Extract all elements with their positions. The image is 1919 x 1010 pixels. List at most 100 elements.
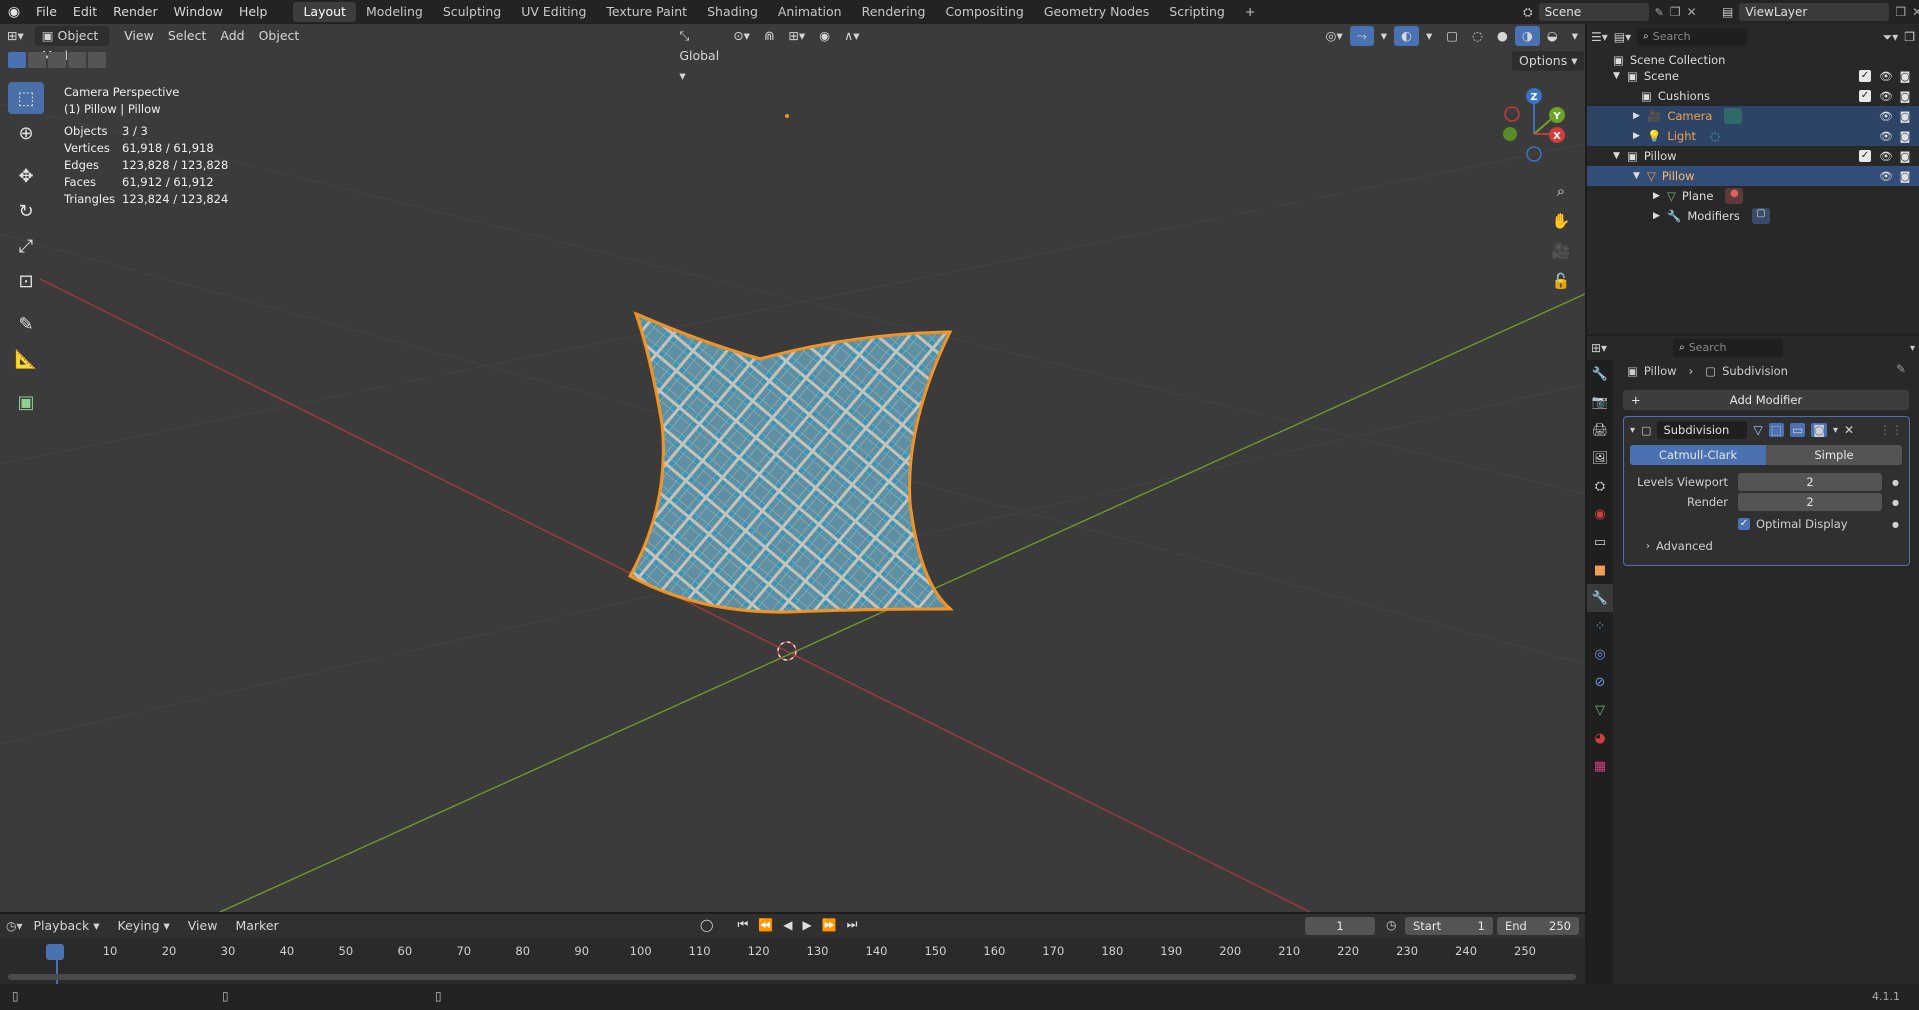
render-camera-icon[interactable]: ◙ xyxy=(1899,70,1911,83)
chevron-down-icon[interactable]: ▾ xyxy=(1910,343,1915,354)
optimal-display-checkbox[interactable]: ✓ xyxy=(1738,518,1750,530)
physics-tab-icon[interactable]: ◎ xyxy=(1587,640,1613,668)
outliner-item-cushions[interactable]: ▣ Cushions ✓ 👁 ◙ xyxy=(1587,86,1919,106)
viewport-scene[interactable]: Z Y X xyxy=(0,24,1585,912)
chevron-down-icon[interactable]: ▼ xyxy=(1613,151,1627,161)
tab-sculpting[interactable]: Sculpting xyxy=(433,2,511,22)
timeline-scrollbar[interactable] xyxy=(8,974,1576,980)
end-frame-field[interactable]: End 250 xyxy=(1497,917,1579,935)
mode-selector[interactable]: ▣ Object Mode ▾ xyxy=(34,26,110,63)
snap-target-icon[interactable]: ⊞▾ xyxy=(781,26,812,46)
transform-tool-icon[interactable]: ⊡ xyxy=(8,265,44,297)
prev-keyframe-icon[interactable]: ⏪ xyxy=(758,918,773,932)
gizmo-dropdown-icon[interactable]: ▾ xyxy=(1374,26,1394,46)
menu-file[interactable]: File xyxy=(28,0,65,24)
outliner-item-pillow-collection[interactable]: ▼ ▣ Pillow ✓ 👁 ◙ xyxy=(1587,146,1919,166)
menu-window[interactable]: Window xyxy=(166,0,231,24)
catmull-clark-button[interactable]: Catmull-Clark xyxy=(1630,445,1766,465)
snap-icon[interactable]: ⋒ xyxy=(757,26,781,46)
display-mode-icon[interactable]: ▤▾ xyxy=(1614,30,1631,44)
outliner-item-camera[interactable]: ▶ 🎥 Camera 👁 ◙ xyxy=(1587,106,1919,126)
cage-toggle-icon[interactable]: ⬚ xyxy=(1768,423,1785,437)
material-icon[interactable]: ● xyxy=(1725,188,1744,204)
menu-edit[interactable]: Edit xyxy=(65,0,105,24)
menu-playback[interactable]: Playback ▾ xyxy=(27,916,107,936)
cursor-tool-icon[interactable]: ⊕ xyxy=(8,117,44,149)
exclude-checkbox[interactable]: ✓ xyxy=(1859,70,1871,82)
particles-tab-icon[interactable]: ⁘ xyxy=(1587,612,1613,640)
add-cube-tool-icon[interactable]: ▣ xyxy=(8,386,44,418)
shading-material-icon[interactable]: ◑ xyxy=(1514,26,1540,46)
menu-help[interactable]: Help xyxy=(231,0,276,24)
camera-data-icon[interactable] xyxy=(1724,108,1743,124)
tab-animation[interactable]: Animation xyxy=(768,2,852,22)
jump-start-icon[interactable]: ⏮ xyxy=(737,917,748,932)
overlay-toggle-icon[interactable]: ◐ xyxy=(1394,26,1419,46)
chevron-down-icon[interactable]: ▾ xyxy=(1630,425,1635,436)
playhead[interactable] xyxy=(46,944,64,960)
pillow-object[interactable] xyxy=(627,311,955,614)
visibility-icon[interactable]: ◎▾ xyxy=(1319,26,1350,46)
subdivision-modifier-icon[interactable]: ▢ xyxy=(1751,208,1770,224)
material-tab-icon[interactable]: ◕ xyxy=(1587,724,1613,752)
exclude-checkbox[interactable]: ✓ xyxy=(1859,150,1871,162)
play-reverse-icon[interactable]: ◀ xyxy=(783,918,792,932)
scale-tool-icon[interactable]: ⤢ xyxy=(8,230,44,262)
select-new-icon[interactable] xyxy=(8,52,26,68)
tab-compositing[interactable]: Compositing xyxy=(935,2,1033,22)
add-workspace-button[interactable]: + xyxy=(1235,2,1265,22)
outliner-item-pillow-object[interactable]: ▼ ▽ Pillow 👁 ◙ xyxy=(1587,166,1919,186)
eye-icon[interactable]: 👁 xyxy=(1879,130,1893,143)
render-camera-icon[interactable]: ◙ xyxy=(1899,110,1911,123)
tab-texture-paint[interactable]: Texture Paint xyxy=(596,2,697,22)
modifier-name-field[interactable]: Subdivision xyxy=(1657,421,1748,439)
move-tool-icon[interactable]: ✥ xyxy=(8,160,44,192)
view-layer-tab-icon[interactable]: 🖼 xyxy=(1587,444,1613,472)
current-frame-field[interactable]: 1 xyxy=(1305,917,1375,935)
scene-tab-icon[interactable]: ⛭ xyxy=(1587,472,1613,500)
outliner-item-modifiers[interactable]: ▶ 🔧 Modifiers ▢ xyxy=(1587,206,1919,226)
lock-view-icon[interactable]: 🔓 xyxy=(1548,268,1574,294)
eye-icon[interactable]: 👁 xyxy=(1879,150,1893,163)
pivot-icon[interactable]: ⊙▾ xyxy=(726,26,757,46)
keyframe-dot-icon[interactable]: ● xyxy=(1892,520,1899,529)
render-tab-icon[interactable]: 📷 xyxy=(1587,388,1613,416)
pan-hand-icon[interactable]: ✋ xyxy=(1548,208,1574,234)
scene-name-field[interactable]: Scene xyxy=(1538,3,1649,21)
shading-solid-icon[interactable]: ● xyxy=(1490,26,1515,46)
view-layer-icon[interactable]: ▤ xyxy=(1722,5,1733,19)
tool-tab-icon[interactable]: 🔧 xyxy=(1587,360,1613,388)
tab-rendering[interactable]: Rendering xyxy=(852,2,936,22)
menu-marker[interactable]: Marker xyxy=(228,916,285,936)
select-extend-icon[interactable] xyxy=(28,52,46,68)
outliner-item-scene[interactable]: ▼ ▣ Scene ✓ 👁 ◙ xyxy=(1587,66,1919,86)
eye-icon[interactable]: 👁 xyxy=(1879,110,1893,123)
measure-tool-icon[interactable]: 📐 xyxy=(8,343,44,375)
advanced-subpanel[interactable]: › Advanced xyxy=(1624,539,1909,553)
chevron-down-icon[interactable]: ▼ xyxy=(1613,71,1627,81)
render-camera-icon[interactable]: ◙ xyxy=(1899,90,1911,103)
light-data-icon[interactable]: ◌ xyxy=(1710,129,1720,143)
texture-tab-icon[interactable]: ▦ xyxy=(1587,752,1613,780)
eye-icon[interactable]: 👁 xyxy=(1879,70,1893,83)
add-modifier-button[interactable]: + Add Modifier xyxy=(1623,390,1909,410)
close-scene-icon[interactable]: ✕ xyxy=(1687,5,1697,19)
render-camera-icon[interactable]: ◙ xyxy=(1899,130,1911,143)
falloff-icon[interactable]: ∧▾ xyxy=(837,26,866,46)
tab-modeling[interactable]: Modeling xyxy=(356,2,433,22)
gizmo-toggle-icon[interactable]: ⤳ xyxy=(1349,26,1374,46)
tab-shading[interactable]: Shading xyxy=(697,2,768,22)
exclude-checkbox[interactable]: ✓ xyxy=(1859,90,1871,102)
keyframe-dot-icon[interactable]: ● xyxy=(1892,498,1899,507)
chevron-right-icon[interactable]: ▶ xyxy=(1653,211,1667,221)
object-tab-icon[interactable]: ■ xyxy=(1587,556,1613,584)
render-levels-field[interactable]: 2 xyxy=(1738,493,1882,511)
chevron-right-icon[interactable]: ▶ xyxy=(1633,111,1647,121)
output-tab-icon[interactable]: 🖨 xyxy=(1587,416,1613,444)
world-tab-icon[interactable]: ◉ xyxy=(1587,500,1613,528)
viewport-toggle-icon[interactable]: ▭ xyxy=(1790,423,1806,437)
tab-scripting[interactable]: Scripting xyxy=(1159,2,1235,22)
menu-select[interactable]: Select xyxy=(161,26,214,46)
render-camera-icon[interactable]: ◙ xyxy=(1899,150,1911,163)
menu-add[interactable]: Add xyxy=(213,26,251,46)
